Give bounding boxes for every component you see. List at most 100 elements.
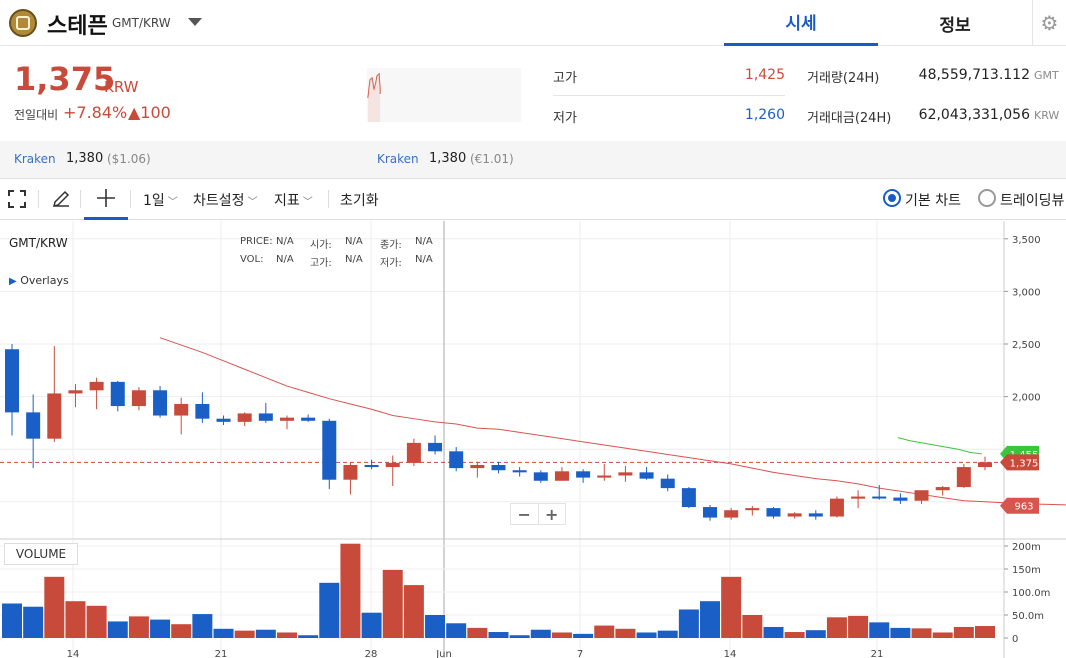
candle-body: [89, 381, 104, 391]
mini-chart: [367, 68, 521, 122]
y-tick-label: 3,000: [1012, 287, 1041, 298]
candle-body: [406, 442, 421, 463]
candle-body: [639, 472, 654, 479]
divider: [553, 95, 785, 96]
interval-select[interactable]: 1일 ﹀: [143, 190, 178, 210]
candle-body: [576, 471, 591, 478]
candle-body: [533, 472, 548, 481]
zoom-out-button[interactable]: −: [511, 504, 539, 524]
exchange-price-usd: ($1.06): [107, 152, 151, 166]
x-tick-label: 21: [215, 649, 228, 658]
ma-line: [897, 437, 983, 455]
ohlc-price-value: N/A: [276, 236, 294, 247]
overlays-toggle[interactable]: ▶ Overlays: [9, 274, 69, 287]
volume-tick-label: 150m: [1012, 565, 1041, 576]
volume-bar: [657, 630, 678, 638]
volume-bar: [446, 623, 467, 638]
candle-body: [343, 464, 358, 480]
volume-bar: [128, 616, 149, 638]
basic-chart-radio[interactable]: [883, 189, 901, 207]
price-axis: 3,500 3,000 2,500 2,000 200m 150m 100.0m 50.0m 0: [1004, 235, 1050, 645]
candle-body: [914, 490, 929, 501]
ohlc-close-label: 종가:: [380, 240, 402, 251]
volume-bar: [255, 629, 276, 638]
high-label: 고가: [553, 71, 577, 86]
basic-chart-label[interactable]: 기본 차트: [905, 190, 961, 210]
current-price-tag-label: 1,375: [1010, 458, 1039, 469]
exchange-name[interactable]: Kraken: [14, 152, 56, 166]
candle-body: [428, 442, 443, 452]
candle-body: [195, 403, 210, 419]
volume-bar: [298, 635, 319, 638]
ohlc-open-label: 시가:: [310, 240, 332, 251]
ma-line: [159, 337, 1066, 506]
change-percent: +7.84%: [63, 103, 128, 122]
volume-bar: [911, 628, 932, 638]
volume-bar: [467, 627, 488, 638]
fullscreen-icon[interactable]: [8, 190, 26, 208]
x-tick-label: 21: [871, 649, 884, 658]
candlestick-series: [5, 344, 992, 521]
candle-body: [724, 510, 739, 518]
candle-body: [829, 498, 844, 517]
x-tick-label: 7: [577, 649, 583, 658]
volume-bar: [319, 582, 340, 638]
pencil-icon[interactable]: [51, 189, 71, 209]
zoom-in-button[interactable]: +: [539, 504, 566, 524]
coin-logo: [9, 9, 37, 37]
volume-value: 48,559,713.112: [918, 67, 1030, 83]
chart-settings-menu[interactable]: 차트설정 ﹀: [193, 190, 258, 210]
volume-bar: [932, 632, 953, 638]
trade-value-unit: KRW: [1034, 109, 1060, 122]
top-bar: 스테픈 GMT/KRW 시세 정보 ⚙: [0, 0, 1066, 46]
candle-body: [745, 508, 760, 511]
volume-bar: [86, 605, 107, 638]
tradingview-label[interactable]: 트레이딩뷰: [1000, 190, 1064, 210]
candle-body: [153, 390, 168, 416]
candle-body: [681, 488, 696, 508]
candle-body: [491, 464, 506, 471]
indicators-menu[interactable]: 지표 ﹀: [274, 190, 313, 210]
chart-settings-label: 차트설정: [193, 193, 245, 209]
candle-body: [766, 508, 781, 517]
volume-tick-label: 0: [1012, 634, 1018, 645]
gear-icon[interactable]: ⚙: [1032, 0, 1066, 46]
volume-bar: [213, 628, 234, 638]
volume-bar: [573, 633, 594, 638]
tradingview-radio[interactable]: [978, 189, 996, 207]
coin-dropdown-icon[interactable]: [188, 18, 202, 26]
volume-bar: [403, 585, 424, 638]
candle-body: [956, 467, 971, 488]
current-price: 1,375: [14, 60, 116, 98]
reset-button[interactable]: 초기화: [340, 190, 379, 210]
candle-body: [26, 412, 41, 439]
ma-tag-label: 963: [1014, 502, 1033, 513]
candle-body: [935, 487, 950, 491]
mini-chart-line: [367, 72, 381, 122]
candle-body: [258, 413, 273, 421]
volume-bar: [551, 632, 572, 638]
volume-bar: [382, 569, 403, 638]
candle-body: [131, 390, 146, 407]
tab-info[interactable]: 정보: [878, 0, 1032, 46]
crosshair-icon[interactable]: [96, 188, 116, 208]
candle-body: [110, 381, 125, 407]
price-chart[interactable]: 3,500 3,000 2,500 2,000 200m 150m 100.0m 50.0m 0…: [0, 221, 1066, 658]
volume-tick-label: 200m: [1012, 542, 1041, 553]
volume-bar: [805, 630, 826, 638]
volume-tick-label: 50.0m: [1012, 611, 1044, 622]
volume-bar: [700, 601, 721, 638]
volume-bar: [826, 617, 847, 638]
exchange-name[interactable]: Kraken: [377, 152, 419, 166]
exchange-bar: [0, 141, 1066, 179]
x-tick-label: 14: [67, 649, 80, 658]
volume-bar: [742, 615, 763, 638]
volume-bar: [975, 626, 995, 638]
tab-price[interactable]: 시세: [724, 0, 878, 46]
low-label: 저가: [553, 111, 577, 126]
volume-tick-label: 100.0m: [1012, 588, 1050, 599]
candle-body: [893, 497, 908, 501]
candle-body: [5, 349, 19, 413]
volume-bar: [425, 615, 446, 638]
exchange-price: 1,380: [429, 151, 467, 166]
